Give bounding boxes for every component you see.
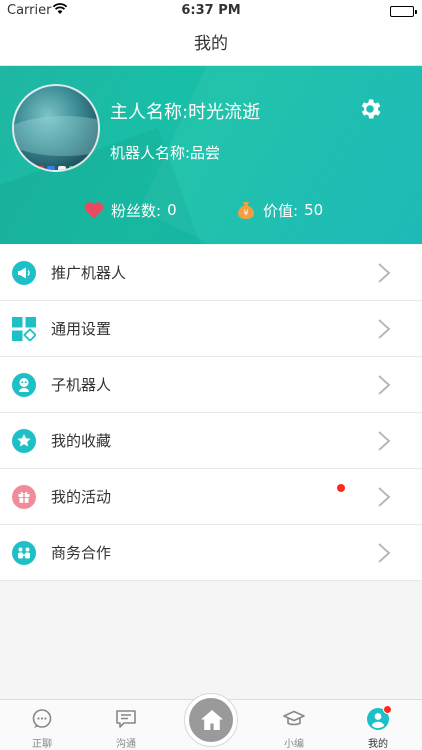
menu-item-label: 我的收藏 [51,432,112,450]
svg-text:¥: ¥ [243,209,248,218]
tab-label: 小编 [284,739,304,750]
chevron-right-icon [378,319,391,339]
gear-icon[interactable] [357,96,383,122]
chevron-right-icon [378,543,391,563]
clock: 6:37 PM [181,3,241,18]
fans-stat[interactable]: 粉丝数: 0 [84,198,177,222]
grid-settings-icon [12,317,36,341]
chat-bubble-icon [32,709,52,728]
menu-list: 推广机器人 通用设置 子机器人 我的收藏 我的活动 商务合作 [0,245,422,581]
nav-bar: 我的 [0,22,422,66]
avatar[interactable] [12,84,100,172]
fans-count: 0 [167,201,177,219]
tab-label: 正聊 [32,739,52,750]
tab-mine[interactable]: 我的 [336,700,420,750]
menu-item-label: 推广机器人 [51,264,127,282]
value-label: 价值: [263,201,299,220]
tab-badge [383,705,392,714]
battery-icon [390,6,417,17]
menu-item-sub-robot[interactable]: 子机器人 [0,357,422,413]
home-button[interactable] [184,693,238,747]
robot-icon [12,373,36,397]
tab-editor[interactable]: 小编 [252,700,336,750]
page-title: 我的 [194,34,228,54]
menu-item-label: 商务合作 [51,544,112,562]
value-amount: 50 [304,201,324,219]
tab-label: 沟通 [116,739,136,750]
graduation-cap-icon [283,710,305,726]
chevron-right-icon [378,263,391,283]
heart-icon [84,202,104,219]
star-icon [12,429,36,453]
notification-dot [337,484,345,492]
chevron-right-icon [378,487,391,507]
fans-label: 粉丝数: [111,201,162,220]
profile-header: 主人名称:时光流逝 机器人名称:品尝 粉丝数: 0 ¥ 价值: 50 [0,66,422,244]
home-icon [201,710,223,730]
gift-icon [12,485,36,509]
chevron-right-icon [378,431,391,451]
tab-label: 我的 [368,739,388,750]
tab-communicate[interactable]: 沟通 [84,700,168,750]
menu-item-activities[interactable]: 我的活动 [0,469,422,525]
chevron-right-icon [378,375,391,395]
menu-item-business-cooperation[interactable]: 商务合作 [0,525,422,581]
money-bag-icon: ¥ [238,202,254,219]
handshake-icon [12,541,36,565]
menu-item-label: 通用设置 [51,320,112,338]
value-stat[interactable]: ¥ 价值: 50 [236,198,323,222]
menu-item-promote-robot[interactable]: 推广机器人 [0,245,422,301]
robot-name: 机器人名称:品尝 [110,144,221,162]
status-bar: Carrier 6:37 PM [0,0,422,22]
menu-item-label: 子机器人 [51,376,112,394]
menu-item-label: 我的活动 [51,488,112,506]
owner-name: 主人名称:时光流逝 [110,102,261,123]
menu-item-favorites[interactable]: 我的收藏 [0,413,422,469]
message-icon [116,710,136,728]
tab-chat[interactable]: 正聊 [0,700,84,750]
megaphone-icon [12,261,36,285]
menu-item-general-settings[interactable]: 通用设置 [0,301,422,357]
